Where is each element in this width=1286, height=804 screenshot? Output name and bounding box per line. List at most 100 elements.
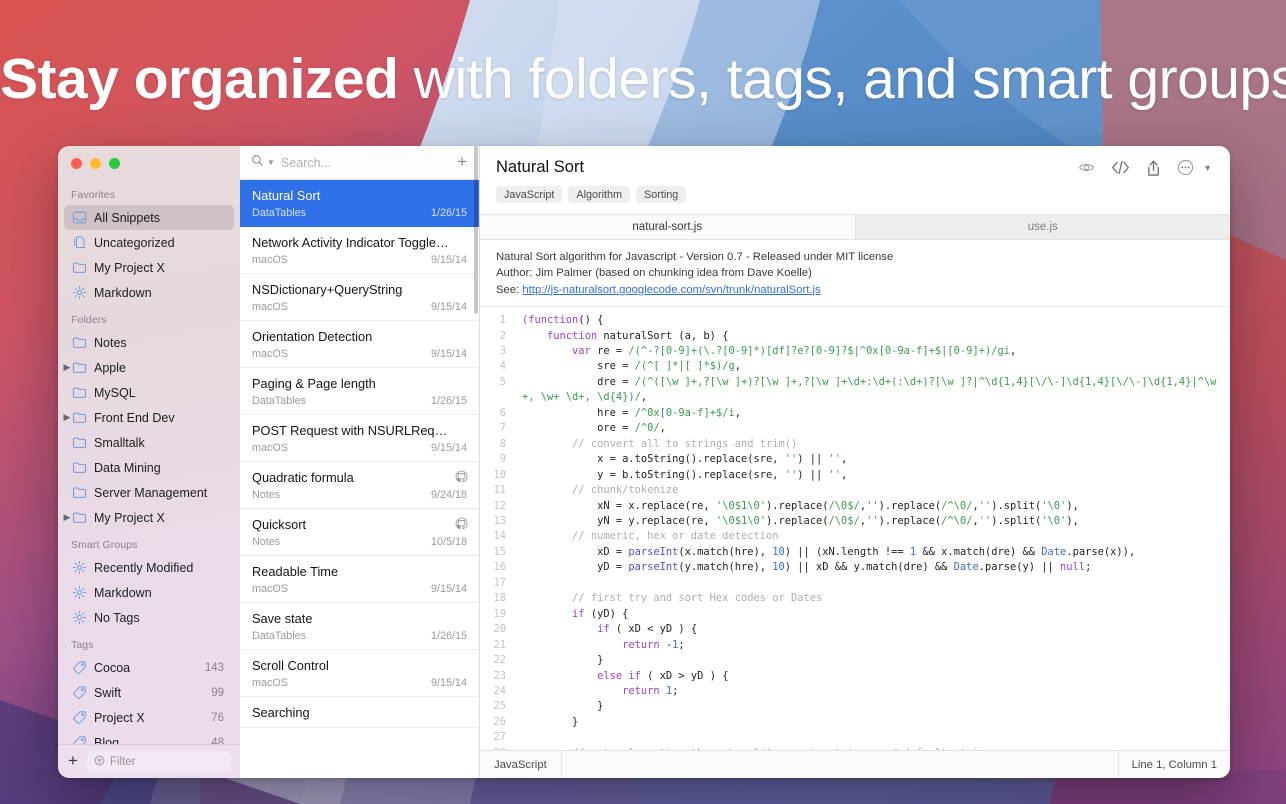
sidebar-item-label: Cocoa: [94, 661, 205, 675]
list-item-title: Readable Time: [252, 564, 467, 579]
list-item[interactable]: Quadratic formula Notes 9/24/18: [240, 462, 479, 509]
search-icon[interactable]: [251, 154, 264, 172]
share-icon[interactable]: [1146, 159, 1161, 177]
sidebar-item-cocoa[interactable]: Cocoa143: [64, 655, 234, 680]
list-item[interactable]: NSDictionary+QueryString macOS 9/15/14: [240, 274, 479, 321]
folder-icon: [71, 360, 87, 376]
gear-icon: [71, 585, 87, 601]
tag-icon: [71, 685, 87, 701]
sidebar-item-apple[interactable]: ▶Apple: [64, 355, 234, 380]
snippet-list[interactable]: Natural Sort DataTables 1/26/15 Network …: [240, 180, 479, 778]
minimize-button[interactable]: [90, 158, 101, 169]
folder-icon: [71, 260, 87, 276]
list-item[interactable]: Readable Time macOS 9/15/14: [240, 556, 479, 603]
sidebar-section-header: Favorites: [58, 180, 240, 205]
sidebar-item-label: My Project X: [94, 511, 234, 525]
search-bar: ▼ Search... +: [240, 146, 479, 180]
sidebar-item-label: Smalltalk: [94, 436, 234, 450]
list-item-meta: Notes 10/5/18: [252, 536, 467, 548]
tag-chip[interactable]: Sorting: [636, 186, 686, 203]
list-item-date: 9/15/14: [431, 442, 467, 454]
github-icon: [455, 470, 468, 488]
tag-chip[interactable]: JavaScript: [496, 186, 562, 203]
search-input[interactable]: Search...: [281, 156, 451, 170]
sidebar-item-label: Data Mining: [94, 461, 234, 475]
disclosure-triangle-icon[interactable]: ▶: [61, 355, 73, 380]
sidebar-item-no-tags[interactable]: No Tags: [64, 605, 234, 630]
language-indicator[interactable]: JavaScript: [480, 751, 562, 778]
line-number-gutter: 1 2 3 4 5 6 7 8 9 10 11 12 13 14 15 16 1…: [480, 307, 514, 750]
file-tab[interactable]: natural-sort.js: [480, 215, 856, 239]
sidebar-item-label: Recently Modified: [94, 561, 234, 575]
list-item-meta: Notes 9/24/18: [252, 489, 467, 501]
sidebar-filter-input[interactable]: Filter: [87, 751, 231, 772]
list-item[interactable]: Scroll Control macOS 9/15/14: [240, 650, 479, 697]
add-snippet-button[interactable]: +: [457, 153, 467, 172]
list-item[interactable]: Network Activity Indicator Toggle Vi… ma…: [240, 227, 479, 274]
folder-icon: [71, 460, 87, 476]
tag-chip[interactable]: Algorithm: [568, 186, 630, 203]
sidebar-item-notes[interactable]: Notes: [64, 330, 234, 355]
list-item-folder: macOS: [252, 301, 288, 313]
sidebar-item-label: Uncategorized: [94, 236, 234, 250]
sidebar-item-label: Project X: [94, 711, 211, 725]
zoom-button[interactable]: [109, 158, 120, 169]
code-brackets-icon[interactable]: [1111, 159, 1130, 176]
list-item-folder: DataTables: [252, 395, 306, 407]
sidebar-item-mysql[interactable]: MySQL: [64, 380, 234, 405]
folder-icon: [71, 385, 87, 401]
list-item[interactable]: Save state DataTables 1/26/15: [240, 603, 479, 650]
list-item[interactable]: Natural Sort DataTables 1/26/15: [240, 180, 479, 227]
sidebar-scroll-area[interactable]: FavoritesAll Snippets Uncategorized My Pro…: [58, 176, 240, 744]
sidebar-item-recently-modified[interactable]: Recently Modified: [64, 555, 234, 580]
sidebar-item-all-snippets[interactable]: All Snippets: [64, 205, 234, 230]
sidebar-item-data-mining[interactable]: Data Mining: [64, 455, 234, 480]
sidebar-item-label: Swift: [94, 686, 211, 700]
list-item[interactable]: Quicksort Notes 10/5/18: [240, 509, 479, 556]
list-item-date: 1/26/15: [431, 395, 467, 407]
sidebar-item-front-end-dev[interactable]: ▶Front End Dev: [64, 405, 234, 430]
list-item[interactable]: Paging & Page length DataTables 1/26/15: [240, 368, 479, 415]
list-item[interactable]: Orientation Detection macOS 9/15/14: [240, 321, 479, 368]
sidebar-section-header: Smart Groups: [58, 530, 240, 555]
sidebar-item-markdown[interactable]: Markdown: [64, 580, 234, 605]
code-body[interactable]: 1 2 3 4 5 6 7 8 9 10 11 12 13 14 15 16 1…: [480, 307, 1230, 750]
cursor-position: Line 1, Column 1: [1119, 759, 1230, 771]
list-item[interactable]: POST Request with NSURLRequest macOS 9/1…: [240, 415, 479, 462]
list-item-date: 9/15/14: [431, 583, 467, 595]
sidebar-item-my-project-x[interactable]: My Project X: [64, 255, 234, 280]
sidebar-item-uncategorized[interactable]: Uncategorized: [64, 230, 234, 255]
sidebar-item-markdown[interactable]: Markdown: [64, 280, 234, 305]
sidebar-item-label: Server Management: [94, 486, 234, 500]
sidebar-item-server-management[interactable]: Server Management: [64, 480, 234, 505]
chevron-down-icon[interactable]: ▼: [267, 158, 275, 167]
disclosure-triangle-icon[interactable]: ▶: [61, 405, 73, 430]
code-editor[interactable]: 1 2 3 4 5 6 7 8 9 10 11 12 13 14 15 16 1…: [480, 307, 1230, 750]
list-item-title: NSDictionary+QueryString: [252, 282, 467, 297]
sidebar-item-my-project-x[interactable]: ▶ My Project X: [64, 505, 234, 530]
preview-eye-icon[interactable]: [1078, 159, 1095, 176]
editor-header: Natural Sort ▼ Java: [480, 146, 1230, 214]
list-item[interactable]: Searching: [240, 697, 479, 728]
sidebar-item-blog[interactable]: Blog48: [64, 730, 234, 744]
add-folder-button[interactable]: +: [66, 752, 81, 771]
close-button[interactable]: [71, 158, 82, 169]
sidebar-item-project-x[interactable]: Project X76: [64, 705, 234, 730]
list-item-folder: macOS: [252, 442, 288, 454]
description-line-2: Author: Jim Palmer (based on chunking id…: [496, 265, 1214, 281]
sidebar-item-count: 48: [211, 737, 234, 745]
list-item-meta: macOS 9/15/14: [252, 677, 467, 689]
source-link[interactable]: http://js-naturalsort.googlecode.com/svn…: [522, 284, 820, 296]
list-item-title: Network Activity Indicator Toggle Vi…: [252, 235, 467, 250]
list-item-meta: macOS 9/15/14: [252, 301, 467, 313]
sidebar-item-swift[interactable]: Swift99: [64, 680, 234, 705]
code-content[interactable]: (function() { function naturalSort (a, b…: [514, 307, 1230, 750]
marketing-headline: Stay organized with folders, tags, and s…: [0, 46, 1286, 112]
list-scrollbar[interactable]: [474, 146, 478, 314]
disclosure-triangle-icon[interactable]: ▶: [61, 505, 73, 530]
more-options-icon[interactable]: [1177, 159, 1194, 176]
chevron-down-icon[interactable]: ▼: [1203, 163, 1212, 173]
headline-rest: with folders, tags, and smart groups: [398, 47, 1286, 111]
sidebar-item-smalltalk[interactable]: Smalltalk: [64, 430, 234, 455]
file-tab[interactable]: use.js: [856, 215, 1231, 239]
